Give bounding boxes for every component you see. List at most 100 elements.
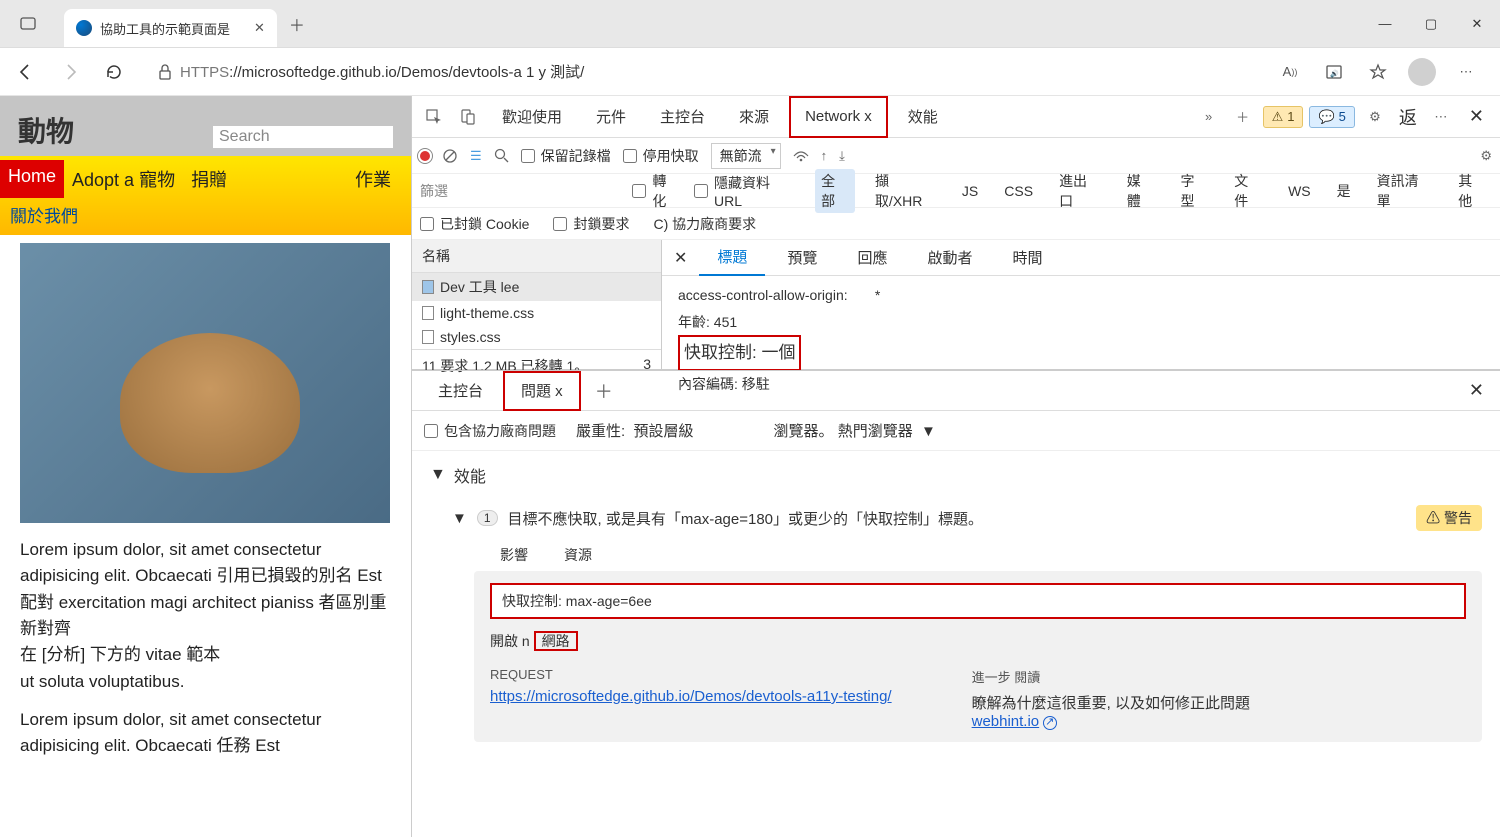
network-settings-icon[interactable]: ⚙	[1480, 148, 1492, 164]
filter-js[interactable]: JS	[956, 181, 984, 201]
filter-all[interactable]: 全部	[815, 169, 855, 213]
search-icon[interactable]	[494, 148, 509, 163]
filter-export[interactable]: 進出口	[1053, 169, 1107, 213]
nav-donate[interactable]: 捐贈	[183, 160, 235, 198]
new-tab-button[interactable]: ＋	[277, 12, 317, 36]
app-menu-button[interactable]: ⋯	[1448, 54, 1484, 90]
url-field[interactable]: HTTPS://microsoftedge.github.io/Demos/de…	[150, 55, 1224, 89]
forward-button[interactable]	[52, 54, 88, 90]
filter-other[interactable]: 其他	[1452, 169, 1492, 213]
request-list-header[interactable]: 名稱	[412, 240, 661, 273]
filter-fetch[interactable]: 擷取/XHR	[869, 169, 942, 213]
drawer-add-tab[interactable]: ＋	[585, 378, 623, 404]
file-icon	[422, 280, 434, 294]
page-nav: Home Adopt a 寵物 捐贈 作業 關於我們	[0, 156, 411, 235]
maximize-button[interactable]: ▢	[1408, 4, 1454, 44]
throttling-select[interactable]: 無節流	[711, 143, 781, 169]
disable-cache-checkbox[interactable]: 停用快取	[623, 146, 699, 166]
reading-mode-icon[interactable]: 🔊	[1316, 54, 1352, 90]
request-link[interactable]: https://microsoftedge.github.io/Demos/de…	[490, 688, 892, 705]
preserve-log-checkbox[interactable]: 保留記錄檔	[521, 146, 611, 166]
window-controls: ― ▢ ✕	[1362, 4, 1500, 44]
filter-doc[interactable]: 文件	[1228, 169, 1268, 213]
blocked-cookies-checkbox[interactable]: 已封鎖 Cookie	[420, 214, 529, 234]
hide-data-urls-checkbox[interactable]: 隱藏資料 URL	[694, 173, 801, 209]
drawer-tab-console[interactable]: 主控台	[422, 371, 499, 411]
filter-input[interactable]: 篩選	[420, 181, 618, 201]
device-toggle-icon[interactable]	[454, 109, 482, 125]
tab-close-button[interactable]: ✕	[238, 20, 265, 36]
filter-css[interactable]: CSS	[998, 181, 1039, 201]
issue-filter-bar: 包含協力廠商問題 嚴重性: 預設層級 瀏覽器。 熱門瀏覽器 ▼	[412, 411, 1500, 451]
nav-about[interactable]: 關於我們	[0, 198, 411, 231]
inspect-icon[interactable]	[420, 109, 448, 125]
open-in-network-link[interactable]: 網路	[534, 631, 578, 651]
invert-checkbox[interactable]: 轉化	[632, 171, 680, 211]
request-row[interactable]: light-theme.css	[412, 301, 661, 325]
tab-actions-icon[interactable]	[8, 16, 48, 32]
more-options-icon[interactable]: ⋯	[1427, 109, 1455, 125]
window-titlebar: 協助工具的示範頁面是 ✕ ＋ ― ▢ ✕	[0, 0, 1500, 48]
tab-preview[interactable]: 預覽	[769, 240, 835, 276]
request-row[interactable]: Dev 工具 lee	[412, 273, 661, 301]
favorites-icon[interactable]	[1360, 54, 1396, 90]
webhint-link[interactable]: webhint.io	[972, 713, 1040, 730]
filter-ws[interactable]: WS	[1282, 181, 1317, 201]
filter-manifest[interactable]: 資訊清單	[1371, 169, 1439, 213]
add-tab-icon[interactable]: ＋	[1229, 107, 1257, 126]
include-third-party-checkbox[interactable]: 包含協力廠商問題	[424, 421, 556, 441]
devtools-close-button[interactable]: ✕	[1461, 106, 1492, 127]
tab-network[interactable]: Network x	[789, 96, 888, 138]
tab-timing[interactable]: 時間	[994, 240, 1060, 276]
record-button[interactable]	[420, 151, 430, 161]
drawer-tabs: 主控台 問題 x ＋ ✕	[412, 371, 1500, 411]
network-body: 名稱 Dev 工具 lee light-theme.css styles.css…	[412, 240, 1500, 370]
tab-sources[interactable]: 來源	[725, 96, 783, 138]
request-row[interactable]: styles.css	[412, 325, 661, 349]
drawer-tab-issues[interactable]: 問題 x	[503, 371, 581, 411]
issue-category[interactable]: ▼ 效能	[430, 463, 1482, 487]
minimize-button[interactable]: ―	[1362, 4, 1408, 44]
filter-font[interactable]: 字型	[1175, 169, 1215, 213]
page-paragraph-2: Lorem ipsum dolor, sit amet consectetur …	[0, 701, 411, 766]
clear-icon[interactable]	[442, 148, 458, 164]
filter-yes[interactable]: 是	[1331, 179, 1357, 203]
tab-response[interactable]: 回應	[839, 240, 905, 276]
nav-home[interactable]: Home	[0, 160, 64, 198]
tab-welcome[interactable]: 歡迎使用	[488, 96, 576, 138]
external-link-icon	[1043, 716, 1057, 730]
issue-detail-box: 快取控制: max-age=6ee 開啟 n 網路 REQUEST https:…	[474, 571, 1482, 742]
close-window-button[interactable]: ✕	[1454, 4, 1500, 44]
more-tabs-icon[interactable]: »	[1195, 109, 1223, 124]
read-aloud-icon[interactable]: A))	[1272, 54, 1308, 90]
network-filter-row: 篩選 轉化 隱藏資料 URL 全部 擷取/XHR JS CSS 進出口 媒體 字…	[412, 174, 1500, 208]
refresh-button[interactable]	[96, 54, 132, 90]
browser-tab-active[interactable]: 協助工具的示範頁面是 ✕	[64, 9, 277, 47]
filter-media[interactable]: 媒體	[1121, 169, 1161, 213]
nav-adopt[interactable]: Adopt a 寵物	[64, 160, 183, 198]
search-input[interactable]: Search	[213, 126, 393, 148]
profile-avatar[interactable]	[1404, 54, 1440, 90]
tab-headers[interactable]: 標題	[699, 240, 765, 276]
feedback-button[interactable]: 返	[1395, 96, 1421, 138]
tab-initiator[interactable]: 啟動者	[909, 240, 990, 276]
blocked-requests-checkbox[interactable]: 封鎖要求	[553, 214, 629, 234]
request-detail: ✕ 標題 預覽 回應 啟動者 時間 access-control-allow-o…	[662, 240, 1500, 369]
settings-icon[interactable]: ⚙	[1361, 109, 1389, 125]
issues-badge[interactable]: 💬 5	[1309, 106, 1354, 128]
devtools-panel: 歡迎使用 元件 主控台 來源 Network x 效能 » ＋ ⚠ 1 💬 5 …	[412, 96, 1500, 837]
tab-elements[interactable]: 元件	[582, 96, 640, 138]
network-conditions-icon[interactable]	[793, 150, 809, 162]
detail-close-button[interactable]: ✕	[666, 248, 695, 268]
filter-icon[interactable]: ☰	[470, 148, 482, 164]
warnings-badge[interactable]: ⚠ 1	[1263, 106, 1304, 128]
back-button[interactable]	[8, 54, 44, 90]
tab-performance[interactable]: 效能	[894, 96, 952, 138]
issue-row[interactable]: ▼ 1 目標不應快取, 或是具有「max-age=180」或更少的「快取控制」標…	[452, 505, 1482, 531]
upload-icon[interactable]: ↑	[821, 148, 828, 163]
nav-jobs[interactable]: 作業	[347, 160, 399, 198]
drawer-close-button[interactable]: ✕	[1463, 380, 1490, 401]
tab-console[interactable]: 主控台	[646, 96, 719, 138]
network-toolbar: ☰ 保留記錄檔 停用快取 無節流 ↑ ⤓ ⚙	[412, 138, 1500, 174]
download-icon[interactable]: ⤓	[839, 148, 845, 164]
